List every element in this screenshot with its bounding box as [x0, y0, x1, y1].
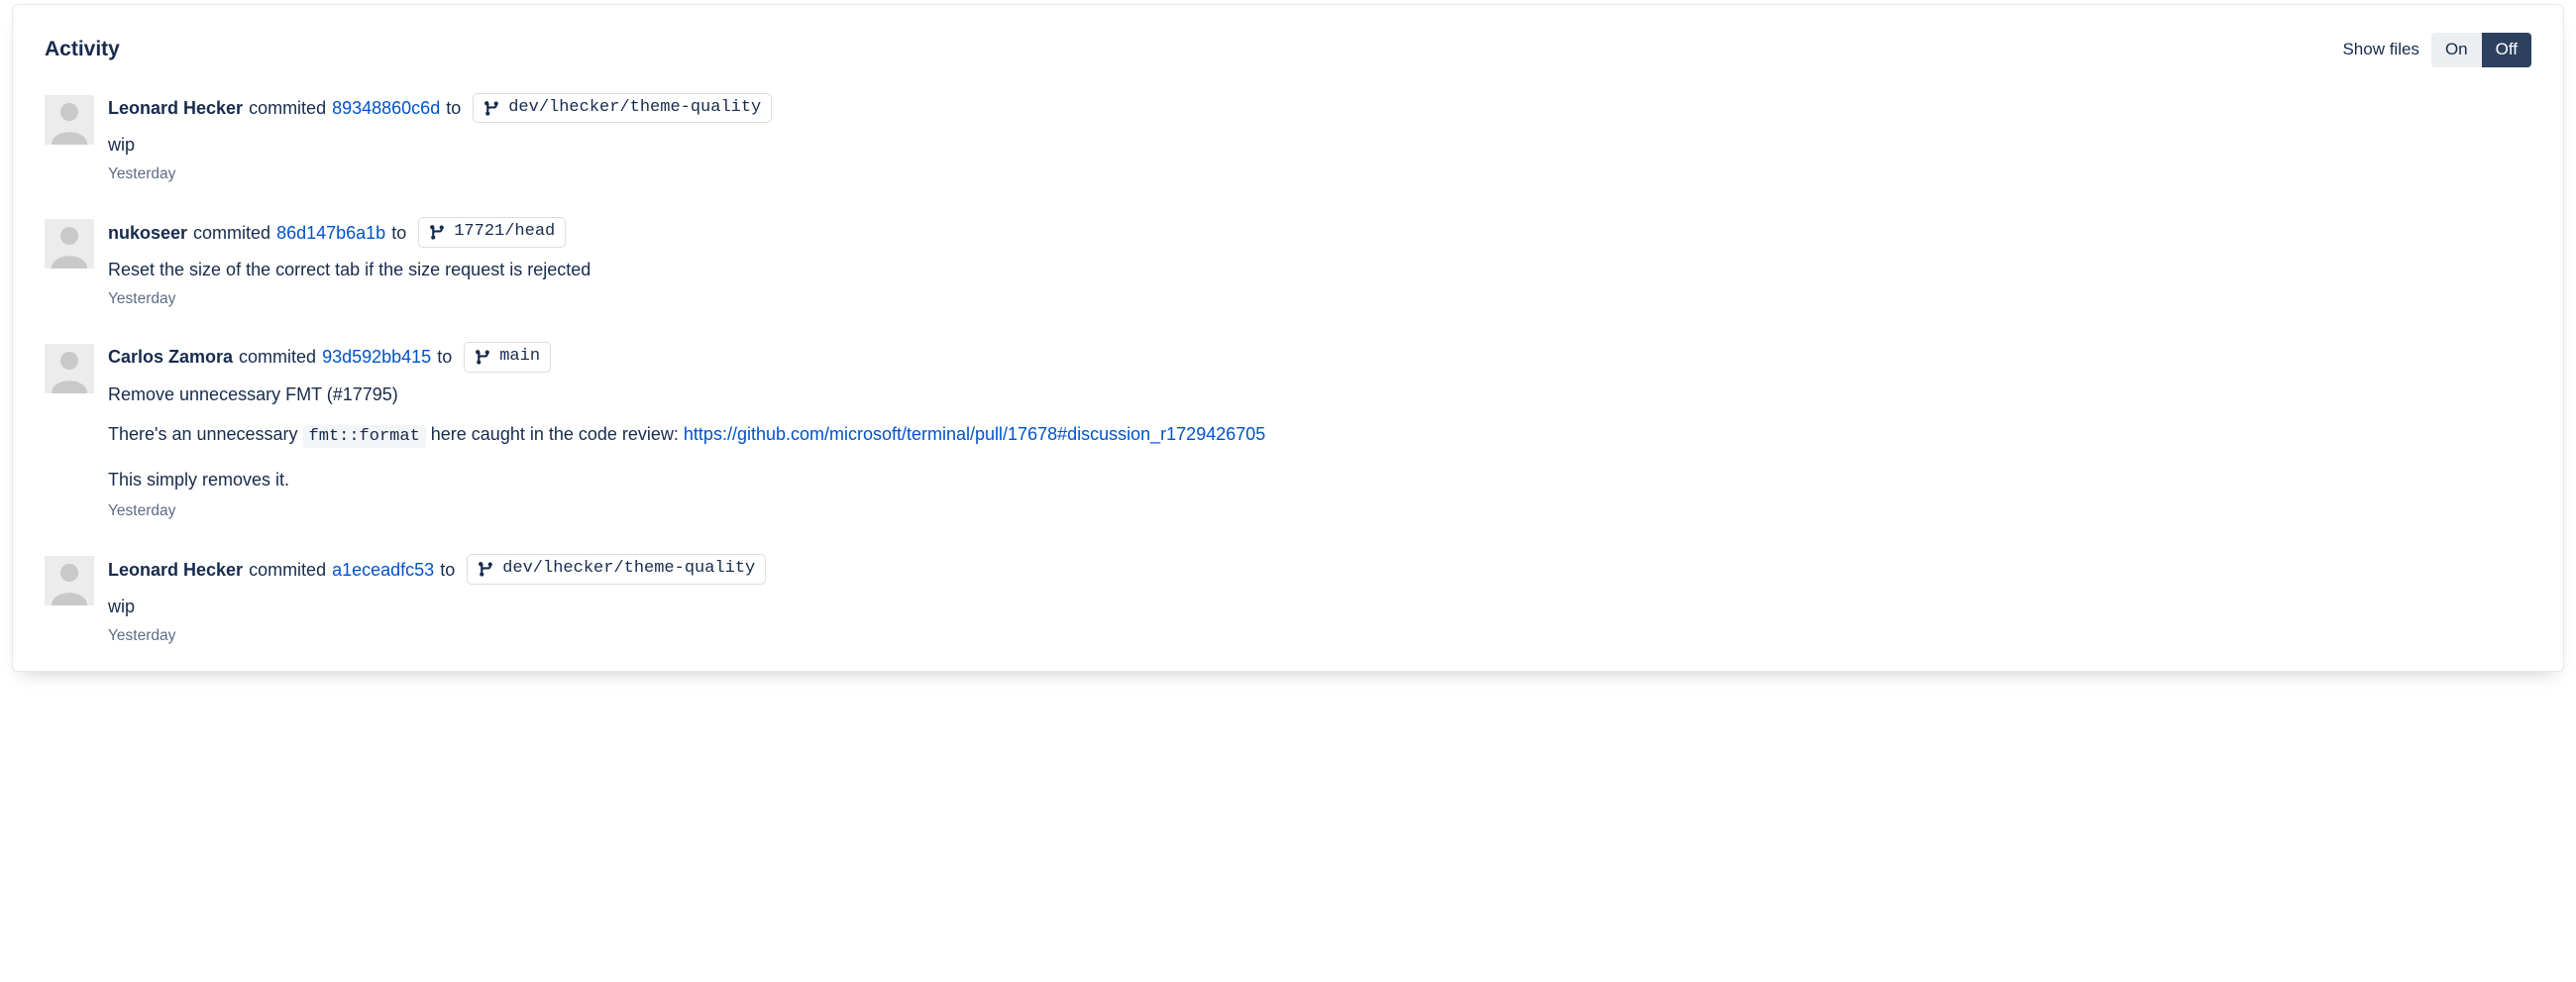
branch-name: dev/lhecker/theme-quality	[508, 99, 761, 118]
branch-badge[interactable]: dev/lhecker/theme-quality	[467, 554, 766, 585]
activity-body: Leonard Hecker commited 89348860c6d to d…	[108, 93, 2531, 184]
avatar[interactable]	[45, 219, 94, 269]
commit-title: wip	[108, 135, 2531, 156]
timestamp: Yesterday	[108, 290, 2531, 308]
inline-code: fmt::format	[303, 425, 426, 448]
branch-icon	[475, 349, 491, 366]
commit-verb: commited	[249, 558, 326, 582]
to-word: to	[440, 558, 455, 582]
author-name[interactable]: nukoseer	[108, 221, 187, 245]
show-files-off-button[interactable]: Off	[2482, 33, 2531, 67]
commit-verb: commited	[193, 221, 270, 245]
commit-hash-link[interactable]: 93d592bb415	[322, 345, 431, 369]
activity-item: nukoseer commited 86d147b6a1b to 17721/h…	[45, 217, 2531, 308]
commit-title: Reset the size of the correct tab if the…	[108, 260, 2531, 280]
commit-hash-link[interactable]: 89348860c6d	[332, 96, 440, 120]
author-name[interactable]: Leonard Hecker	[108, 96, 243, 120]
author-name[interactable]: Leonard Hecker	[108, 558, 243, 582]
commit-title: Remove unnecessary FMT (#17795)	[108, 384, 2531, 405]
commit-hash-link[interactable]: a1eceadfc53	[332, 558, 434, 582]
commit-description: There's an unnecessary fmt::format here …	[108, 421, 2531, 450]
timestamp: Yesterday	[108, 627, 2531, 645]
show-files-label: Show files	[2342, 40, 2418, 59]
activity-item: Leonard Hecker commited a1eceadfc53 to d…	[45, 554, 2531, 645]
branch-badge[interactable]: 17721/head	[418, 217, 566, 248]
branch-name: 17721/head	[454, 223, 555, 242]
commit-title: wip	[108, 597, 2531, 617]
commit-verb: commited	[239, 345, 316, 369]
timestamp: Yesterday	[108, 165, 2531, 183]
avatar[interactable]	[45, 344, 94, 393]
desc-text-pre: There's an unnecessary	[108, 424, 303, 444]
author-name[interactable]: Carlos Zamora	[108, 345, 233, 369]
commit-line: Leonard Hecker commited 89348860c6d to d…	[108, 93, 2531, 124]
activity-body: Carlos Zamora commited 93d592bb415 to ma…	[108, 342, 2531, 520]
commit-hash-link[interactable]: 86d147b6a1b	[276, 221, 385, 245]
activity-item: Carlos Zamora commited 93d592bb415 to ma…	[45, 342, 2531, 520]
commit-description: This simply removes it.	[108, 467, 2531, 492]
activity-item: Leonard Hecker commited 89348860c6d to d…	[45, 93, 2531, 184]
commit-line: Carlos Zamora commited 93d592bb415 to ma…	[108, 342, 2531, 373]
activity-body: Leonard Hecker commited a1eceadfc53 to d…	[108, 554, 2531, 645]
branch-icon	[429, 224, 446, 241]
show-files-on-button[interactable]: On	[2431, 33, 2482, 67]
activity-panel: Activity Show files On Off Leonard Hecke…	[12, 4, 2564, 672]
commit-verb: commited	[249, 96, 326, 120]
show-files-toggle-group: Show files On Off	[2342, 33, 2531, 67]
panel-title: Activity	[45, 38, 120, 61]
branch-badge[interactable]: dev/lhecker/theme-quality	[473, 93, 772, 124]
avatar[interactable]	[45, 95, 94, 145]
activity-list: Leonard Hecker commited 89348860c6d to d…	[45, 93, 2531, 645]
timestamp: Yesterday	[108, 502, 2531, 520]
desc-text-post: here caught in the code review:	[426, 424, 684, 444]
review-link[interactable]: https://github.com/microsoft/terminal/pu…	[684, 424, 1265, 444]
branch-name: dev/lhecker/theme-quality	[502, 560, 755, 579]
panel-header: Activity Show files On Off	[45, 33, 2531, 67]
branch-name: main	[499, 348, 540, 367]
to-word: to	[446, 96, 461, 120]
branch-icon	[483, 100, 500, 117]
commit-line: Leonard Hecker commited a1eceadfc53 to d…	[108, 554, 2531, 585]
toggle-button-group: On Off	[2431, 33, 2531, 67]
activity-body: nukoseer commited 86d147b6a1b to 17721/h…	[108, 217, 2531, 308]
branch-icon	[478, 561, 494, 578]
avatar[interactable]	[45, 556, 94, 605]
branch-badge[interactable]: main	[464, 342, 551, 373]
to-word: to	[391, 221, 406, 245]
commit-line: nukoseer commited 86d147b6a1b to 17721/h…	[108, 217, 2531, 248]
to-word: to	[437, 345, 452, 369]
